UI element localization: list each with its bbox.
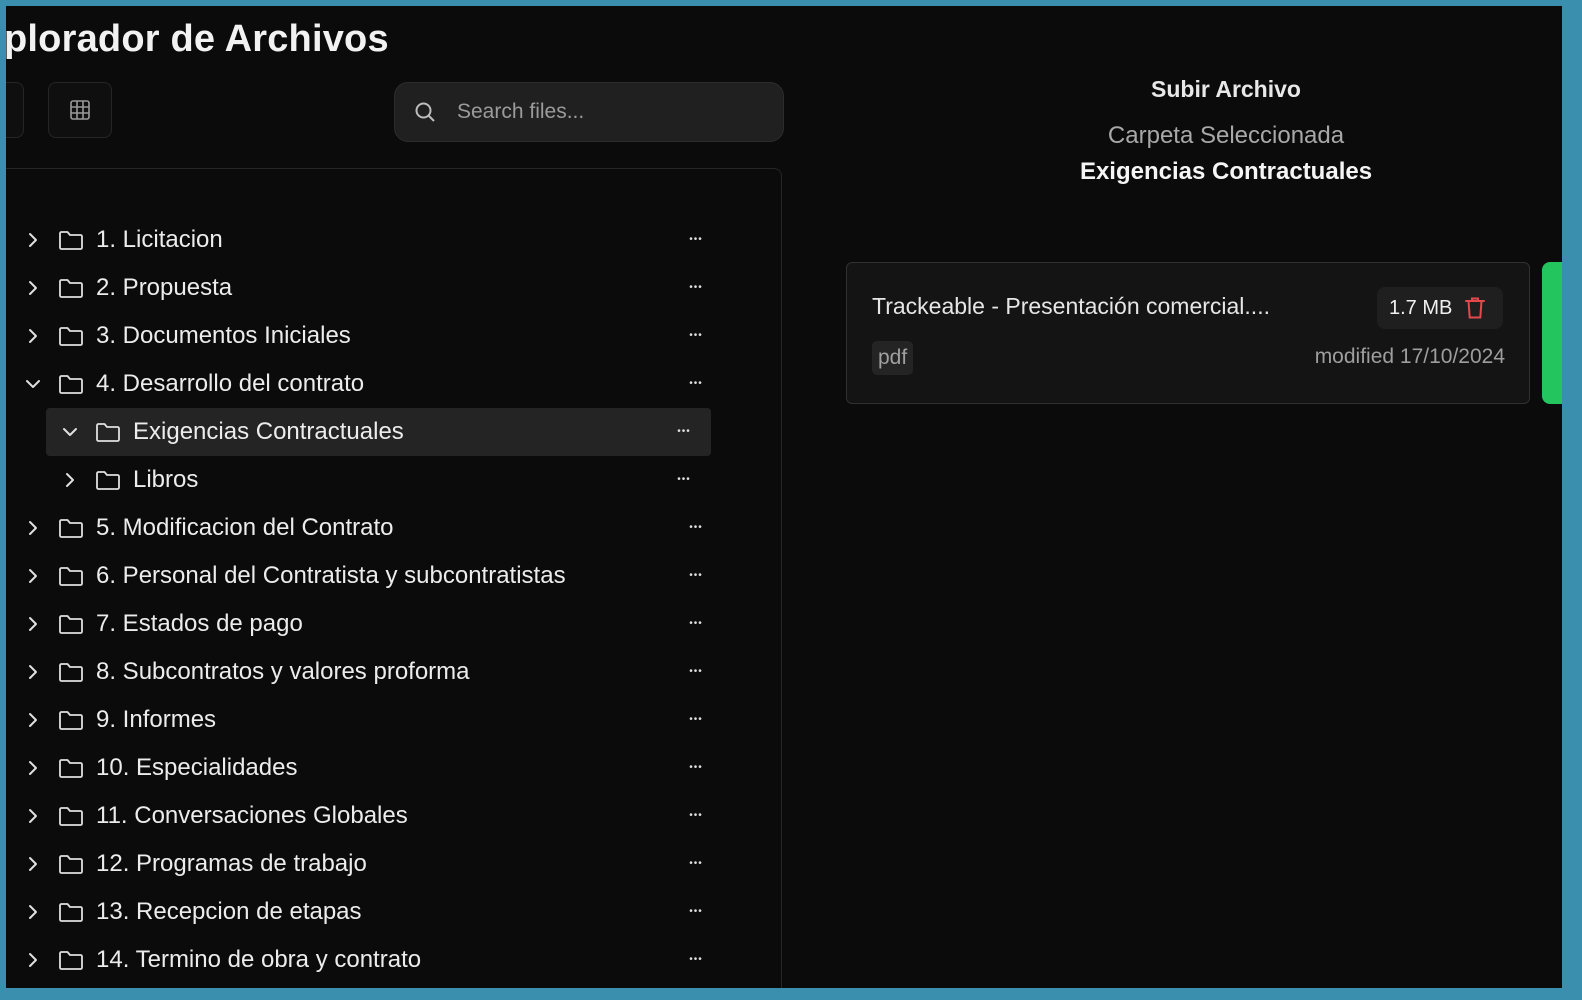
more-horizontal-icon[interactable]: ••• [681, 849, 711, 879]
tree-item-label: 2. Propuesta [96, 274, 233, 301]
chevron-right-icon[interactable] [22, 613, 44, 635]
tree-item-label: Libros [133, 466, 199, 493]
tree-item-libros[interactable]: Libros [59, 456, 719, 504]
folder-icon [58, 804, 86, 828]
chevron-right-icon[interactable] [22, 853, 44, 875]
selected-folder-name: Exigencias Contractuales [1079, 158, 1373, 185]
file-modified-date: modified 17/10/2024 [1314, 345, 1505, 368]
search-input[interactable] [455, 99, 759, 125]
folder-icon [58, 612, 86, 636]
tree-item-10-especialidades[interactable]: 10. Especialidades [22, 744, 682, 792]
trash-icon[interactable] [1464, 296, 1486, 320]
tree-item-label: 5. Modificacion del Contrato [96, 514, 394, 541]
tree-item-13-recepcion-de-etapas[interactable]: 13. Recepcion de etapas [22, 888, 682, 936]
file-size: 1.7 MB [1389, 296, 1453, 319]
tree-item-label: 13. Recepcion de etapas [96, 898, 362, 925]
tree-item-label: 10. Especialidades [96, 754, 298, 781]
tree-item-7-estados-de-pago[interactable]: 7. Estados de pago [22, 600, 682, 648]
chevron-down-icon[interactable] [22, 373, 44, 395]
tree-item-label: 8. Subcontratos y valores proforma [96, 658, 470, 685]
more-horizontal-icon[interactable]: ••• [669, 417, 699, 447]
search-icon [415, 102, 435, 122]
folder-icon [58, 948, 86, 972]
folder-icon [58, 372, 86, 396]
chevron-right-icon[interactable] [22, 277, 44, 299]
chevron-right-icon[interactable] [22, 757, 44, 779]
more-horizontal-icon[interactable]: ••• [681, 801, 711, 831]
chevron-right-icon[interactable] [22, 565, 44, 587]
file-size-badge: 1.7 MB [1377, 287, 1503, 329]
chevron-down-icon[interactable] [59, 421, 81, 443]
tree-item-2-propuesta[interactable]: 2. Propuesta [22, 264, 682, 312]
tree-item-label: 3. Documentos Iniciales [96, 322, 351, 349]
folder-icon [58, 852, 86, 876]
chevron-right-icon[interactable] [22, 949, 44, 971]
page-title: plorador de Archivos [6, 18, 389, 60]
tree-item-label: 11. Conversaciones Globales [96, 802, 408, 829]
upload-title: Subir Archivo [1151, 76, 1301, 102]
tree-item-label: 7. Estados de pago [96, 610, 303, 637]
more-horizontal-icon[interactable]: ••• [681, 753, 711, 783]
more-horizontal-icon[interactable]: ••• [681, 225, 711, 255]
chevron-right-icon[interactable] [59, 469, 81, 491]
tree-item-5-modificacion-del-contrato[interactable]: 5. Modificacion del Contrato [22, 504, 682, 552]
folder-icon [95, 468, 123, 492]
more-horizontal-icon[interactable]: ••• [669, 465, 699, 495]
folder-icon [58, 708, 86, 732]
tree-item-6-personal-del-contratista-y-subcontratistas[interactable]: 6. Personal del Contratista y subcontrat… [22, 552, 682, 600]
folder-icon [58, 516, 86, 540]
tree-item-11-conversaciones-globales[interactable]: 11. Conversaciones Globales [22, 792, 682, 840]
more-horizontal-icon[interactable]: ••• [681, 273, 711, 303]
more-horizontal-icon[interactable]: ••• [681, 705, 711, 735]
tree-item-label: 9. Informes [96, 706, 217, 733]
folder-icon [58, 228, 86, 252]
more-horizontal-icon[interactable]: ••• [681, 657, 711, 687]
tree-item-1-licitacion[interactable]: 1. Licitacion [22, 216, 682, 264]
folder-icon [58, 660, 86, 684]
folder-icon [58, 276, 86, 300]
tree-item-9-informes[interactable]: 9. Informes [22, 696, 682, 744]
tree-item-label: 6. Personal del Contratista y subcontrat… [96, 562, 566, 589]
chevron-right-icon[interactable] [22, 709, 44, 731]
folder-icon [58, 900, 86, 924]
file-type-badge: pdf [872, 341, 914, 375]
chevron-right-icon[interactable] [22, 229, 44, 251]
grid-view-button[interactable] [48, 82, 112, 138]
search-box[interactable] [394, 82, 784, 142]
more-horizontal-icon[interactable]: ••• [681, 321, 711, 351]
upload-action-tab[interactable] [1542, 262, 1562, 404]
grid-icon [70, 100, 90, 120]
file-card[interactable]: Trackeable - Presentación comercial.... … [846, 262, 1530, 404]
more-horizontal-icon[interactable]: ••• [681, 513, 711, 543]
chevron-right-icon[interactable] [22, 901, 44, 923]
tree-item-label: 12. Programas de trabajo [96, 850, 367, 877]
tree-item-label: 1. Licitacion [96, 226, 223, 253]
more-horizontal-icon[interactable]: ••• [681, 609, 711, 639]
tree-item-8-subcontratos-y-valores-proforma[interactable]: 8. Subcontratos y valores proforma [22, 648, 682, 696]
folder-icon [58, 564, 86, 588]
chevron-right-icon[interactable] [22, 325, 44, 347]
chevron-right-icon[interactable] [22, 517, 44, 539]
more-horizontal-icon[interactable]: ••• [681, 897, 711, 927]
chevron-right-icon[interactable] [22, 661, 44, 683]
tree-item-3-documentos-iniciales[interactable]: 3. Documentos Iniciales [22, 312, 682, 360]
list-view-button[interactable] [6, 82, 24, 138]
chevron-right-icon[interactable] [22, 805, 44, 827]
file-name: Trackeable - Presentación comercial.... [872, 293, 1270, 319]
file-explorer-window: plorador de Archivos 1. Licitacion ••• 2. … [6, 6, 1562, 988]
tree-item-14-termino-de-obra-y-contrato[interactable]: 14. Termino de obra y contrato [22, 936, 682, 984]
tree-item-12-programas-de-trabajo[interactable]: 12. Programas de trabajo [22, 840, 682, 888]
tree-item-label: Exigencias Contractuales [133, 418, 404, 445]
tree-item-label: 4. Desarrollo del contrato [96, 370, 365, 397]
folder-icon [95, 420, 123, 444]
folder-icon [58, 324, 86, 348]
more-horizontal-icon[interactable]: ••• [681, 561, 711, 591]
folder-icon [58, 756, 86, 780]
tree-item-4-desarrollo-del-contrato[interactable]: 4. Desarrollo del contrato [22, 360, 682, 408]
more-horizontal-icon[interactable]: ••• [681, 945, 711, 975]
more-horizontal-icon[interactable]: ••• [681, 369, 711, 399]
tree-item-label: 14. Termino de obra y contrato [96, 946, 422, 973]
selected-folder-caption: Carpeta Seleccionada [1107, 122, 1345, 149]
tree-item-exigencias-contractuales[interactable]: Exigencias Contractuales [46, 408, 711, 456]
